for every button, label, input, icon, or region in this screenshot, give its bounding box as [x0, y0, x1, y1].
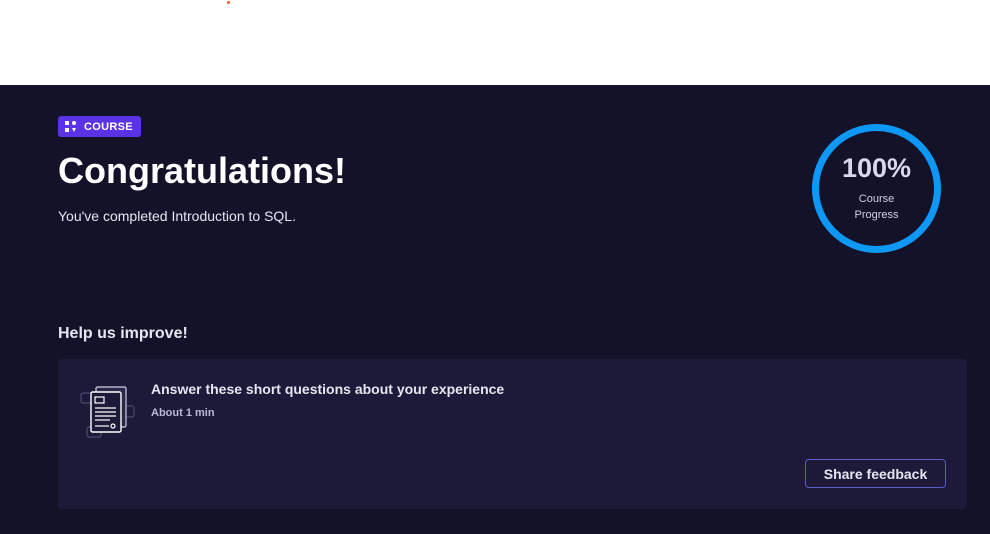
top-page-area: [0, 0, 990, 85]
feedback-card: Answer these short questions about your …: [58, 359, 967, 509]
completion-panel: COURSE Congratulations! You've completed…: [0, 85, 990, 534]
page-title: Congratulations!: [58, 150, 346, 191]
progress-ring-fill: [812, 124, 941, 253]
progress-ring-graphic: [812, 124, 941, 253]
share-feedback-button[interactable]: Share feedback: [805, 459, 946, 488]
progress-percentage: 100%: [841, 153, 912, 183]
feedback-card-title: Answer these short questions about your …: [151, 381, 505, 397]
course-grid-icon: [65, 120, 76, 132]
indicator-dot: [227, 1, 230, 4]
completion-message: You've completed Introduction to SQL.: [58, 208, 296, 224]
course-progress-ring: 100% Course Progress: [811, 123, 942, 254]
feedback-duration: About 1 min: [151, 407, 215, 419]
course-badge: COURSE: [58, 116, 141, 137]
survey-document-icon: [80, 386, 135, 438]
feedback-heading: Help us improve!: [58, 325, 188, 342]
badge-label: COURSE: [84, 120, 133, 133]
progress-label: Course Progress: [854, 193, 899, 221]
